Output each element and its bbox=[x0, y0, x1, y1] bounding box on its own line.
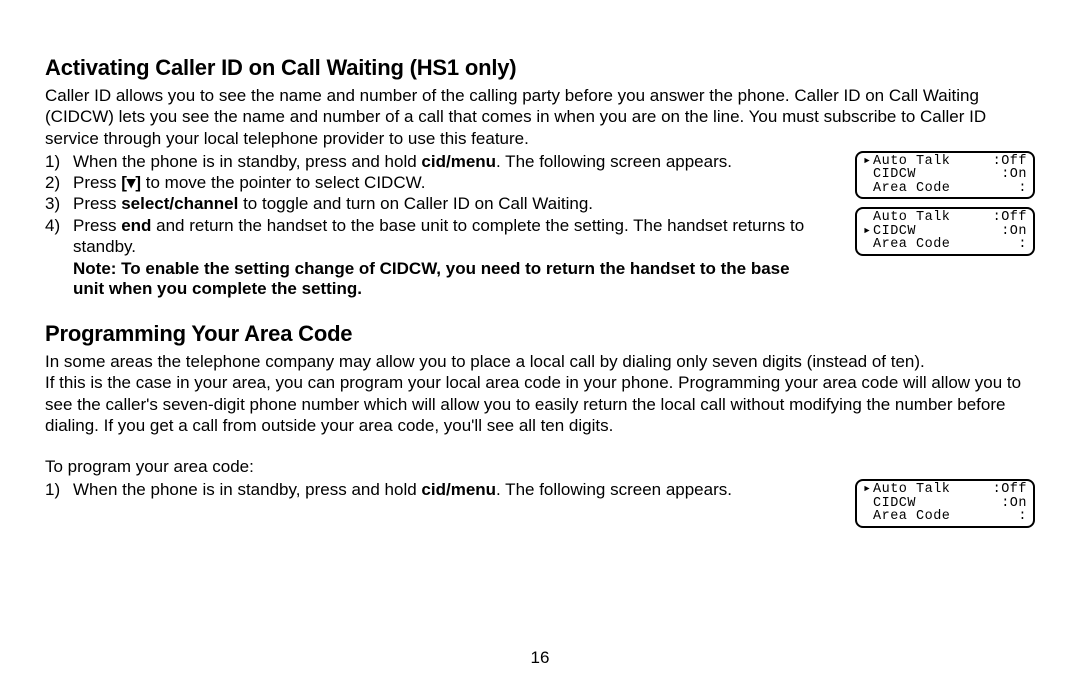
heading-cidcw: Activating Caller ID on Call Waiting (HS… bbox=[45, 55, 1035, 81]
page-number: 16 bbox=[0, 648, 1080, 668]
step-3: 3) Press select/channel to toggle and tu… bbox=[45, 193, 845, 214]
down-arrow-key: [▾] bbox=[121, 173, 141, 192]
step-2: 2) Press [▾] to move the pointer to sele… bbox=[45, 172, 845, 193]
p1-area-code: In some areas the telephone company may … bbox=[45, 351, 1035, 372]
lcd-screen-2: Auto Talk:Off ▸CIDCW:On Area Code: bbox=[855, 207, 1035, 256]
heading-area-code: Programming Your Area Code bbox=[45, 321, 1035, 347]
lcd-screen-3: ▸Auto Talk:Off CIDCW:On Area Code: bbox=[855, 479, 1035, 528]
p2-area-code: If this is the case in your area, you ca… bbox=[45, 372, 1035, 436]
pre-area-code: To program your area code: bbox=[45, 456, 1035, 477]
intro-cidcw: Caller ID allows you to see the name and… bbox=[45, 85, 1025, 149]
ac-step-1: 1) When the phone is in standby, press a… bbox=[45, 479, 845, 500]
section-cidcw: Activating Caller ID on Call Waiting (HS… bbox=[45, 55, 1035, 299]
step-4: 4) Press end and return the handset to t… bbox=[45, 215, 845, 258]
steps-area-code: 1) When the phone is in standby, press a… bbox=[45, 479, 845, 500]
section-area-code: Programming Your Area Code In some areas… bbox=[45, 321, 1035, 536]
step-1: 1) When the phone is in standby, press a… bbox=[45, 151, 845, 172]
steps-cidcw: 1) When the phone is in standby, press a… bbox=[45, 151, 845, 257]
lcd-screen-1: ▸Auto Talk:Off CIDCW:On Area Code: bbox=[855, 151, 1035, 200]
note-cidcw: Note: To enable the setting change of CI… bbox=[73, 259, 793, 299]
